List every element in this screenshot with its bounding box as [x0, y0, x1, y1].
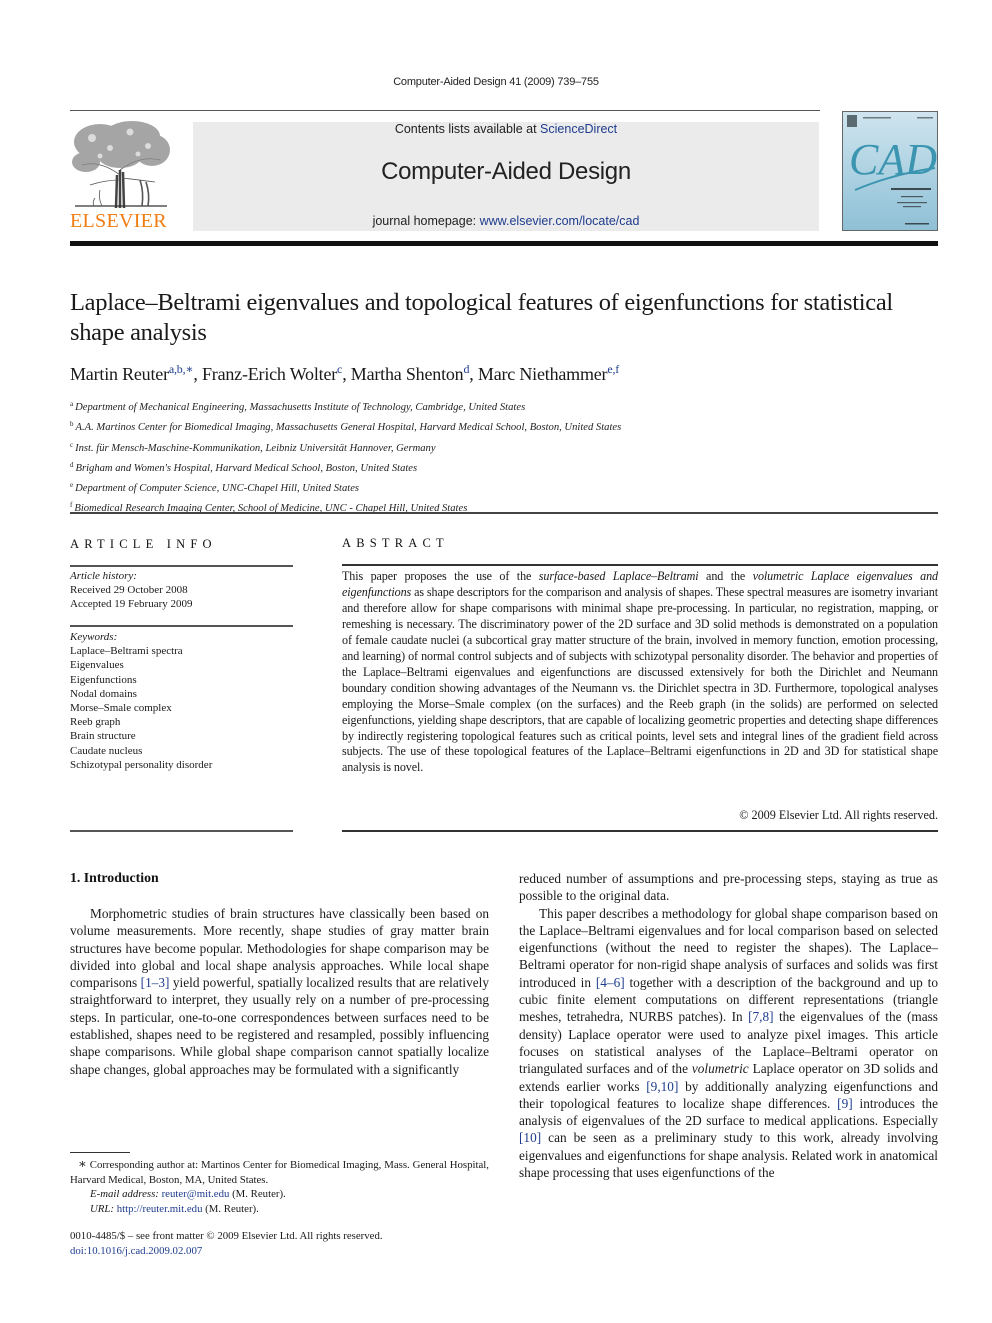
abstract-top-rule	[342, 564, 938, 566]
keyword: Schizotypal personality disorder	[70, 758, 213, 771]
paragraph: reduced number of assumptions and pre-pr…	[519, 871, 938, 904]
author[interactable]: Martin Reutera,b,∗	[70, 362, 194, 384]
keyword: Eigenfunctions	[70, 673, 137, 686]
affiliation: d Brigham and Women's Hospital, Harvard M…	[70, 460, 418, 474]
article-info-rule	[70, 565, 293, 567]
keyword: Reeb graph	[70, 716, 121, 729]
author-affiliation-marks: a,b,∗	[168, 362, 194, 376]
keyword: Brain structure	[70, 730, 136, 743]
article-info-heading: ARTICLE INFO	[70, 537, 217, 551]
section-heading-introduction: 1. Introduction	[70, 870, 159, 885]
received-date: Received 29 October 2008	[70, 584, 188, 597]
issn-line: 0010-4485/$ – see front matter © 2009 El…	[70, 1230, 383, 1242]
author-url-link[interactable]: http://reuter.mit.edu	[117, 1203, 203, 1215]
author-affiliation-marks: e,f	[607, 362, 620, 376]
keyword: Caudate nucleus	[70, 744, 143, 757]
affiliation: f Biomedical Research Imaging Center, Sch…	[70, 501, 468, 515]
keyword: Laplace–Beltrami spectra	[70, 645, 183, 658]
accepted-date: Accepted 19 February 2009	[70, 598, 193, 611]
author[interactable]: Franz-Erich Wolterc	[202, 362, 342, 384]
citation-link[interactable]: [9,10]	[646, 1079, 678, 1094]
front-matter-footer: 0010-4485/$ – see front matter © 2009 El…	[70, 1229, 383, 1259]
homepage-prefix: journal homepage:	[372, 214, 480, 228]
author-email-link[interactable]: reuter@mit.edu	[162, 1188, 230, 1200]
keyword: Nodal domains	[70, 687, 137, 700]
running-head: Computer-Aided Design 41 (2009) 739–755	[393, 76, 599, 88]
keywords-label: Keywords:	[70, 631, 118, 643]
affiliation: c Inst. für Mensch-Maschine-Kommunikation…	[70, 440, 436, 454]
citation-link[interactable]: [7,8]	[748, 1009, 773, 1024]
corresponding-author-note: ∗ Corresponding author at: Martinos Cent…	[70, 1156, 489, 1186]
cover-publisher-icon	[847, 115, 857, 127]
author-list: Martin Reutera,b,∗, Franz-Erich Wolterc,…	[70, 362, 620, 384]
contents-line: Contents lists available at ScienceDirec…	[193, 122, 819, 136]
keywords-block: Keywords: Laplace–Beltrami spectra Eigen…	[70, 630, 212, 772]
homepage-line: journal homepage: www.elsevier.com/locat…	[193, 214, 819, 228]
abstract-heading: ABSTRACT	[342, 536, 449, 550]
affiliations: a Department of Mechanical Engineering, M…	[70, 396, 940, 518]
sciencedirect-link[interactable]: ScienceDirect	[540, 122, 617, 136]
abstract-bottom-rule	[342, 830, 938, 832]
publisher-name: ELSEVIER	[70, 210, 167, 232]
paragraph: This paper describes a methodology for g…	[519, 905, 938, 1181]
citation-link[interactable]: [9]	[837, 1096, 853, 1111]
author[interactable]: Martha Shentond	[351, 362, 470, 384]
keywords-rule	[70, 625, 293, 627]
masthead-thick-rule	[70, 241, 938, 246]
contents-prefix: Contents lists available at	[394, 122, 541, 136]
citation-link[interactable]: [1–3]	[141, 975, 170, 990]
email-note: E-mail address: reuter@mit.edu (M. Reute…	[90, 1188, 286, 1200]
abstract-text: This paper proposes the use of the surfa…	[342, 569, 939, 775]
front-matter-rule	[70, 512, 938, 514]
article-history: Article history: Received 29 October 200…	[70, 569, 193, 612]
paragraph: Morphometric studies of brain structures…	[70, 906, 489, 1077]
keyword: Morse–Smale complex	[70, 702, 172, 715]
body-column-right: reduced number of assumptions and pre-pr…	[519, 870, 938, 1181]
citation-link[interactable]: [10]	[519, 1130, 541, 1145]
article-info-bottom-rule	[70, 830, 293, 832]
header-rule	[70, 110, 820, 111]
author[interactable]: Marc Niethammere,f	[478, 362, 620, 384]
body-column-left: Morphometric studies of brain structures…	[70, 905, 489, 1078]
affiliation: b A.A. Martinos Center for Biomedical Ima…	[70, 420, 622, 434]
affiliation: a Department of Mechanical Engineering, M…	[70, 400, 526, 413]
doi-link[interactable]: doi:10.1016/j.cad.2009.02.007	[70, 1245, 202, 1257]
journal-name: Computer-Aided Design	[381, 158, 631, 185]
affiliation: e Department of Computer Science, UNC-Cha…	[70, 481, 360, 495]
url-note: URL: http://reuter.mit.edu (M. Reuter).	[90, 1202, 259, 1215]
footnotes: ∗ Corresponding author at: Martinos Cent…	[70, 1156, 489, 1216]
journal-cover-thumbnail[interactable]: CAD	[842, 111, 938, 231]
history-label: Article history:	[70, 570, 137, 582]
footnote-rule	[70, 1152, 130, 1153]
abstract-copyright: © 2009 Elsevier Ltd. All rights reserved…	[739, 808, 938, 822]
keyword: Eigenvalues	[70, 659, 124, 672]
citation-link[interactable]: [4–6]	[596, 975, 625, 990]
article-title: Laplace–Beltrami eigenvalues and topolog…	[70, 289, 893, 346]
journal-homepage-link[interactable]: www.elsevier.com/locate/cad	[480, 214, 640, 228]
